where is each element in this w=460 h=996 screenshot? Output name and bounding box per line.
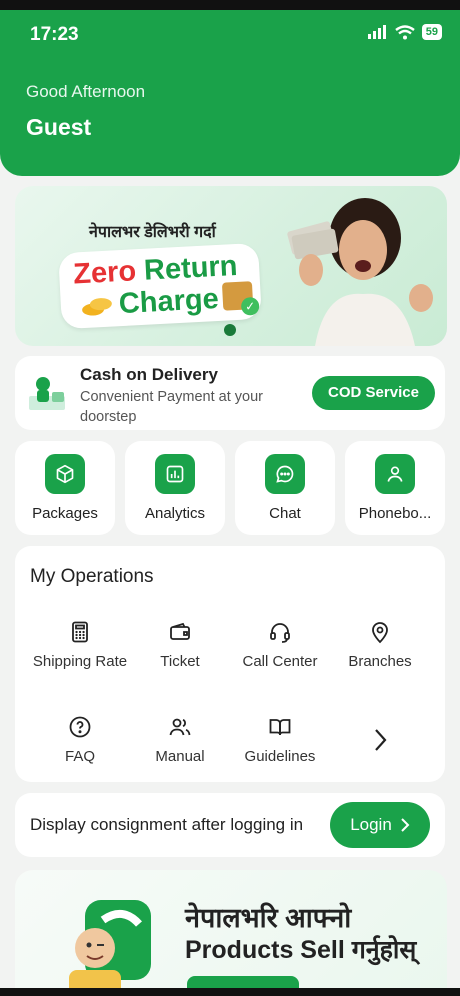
coins-icon bbox=[82, 298, 112, 316]
op-manual[interactable]: Manual bbox=[130, 715, 230, 767]
op-label: Manual bbox=[155, 748, 205, 765]
greeting-text: Good Afternoon bbox=[26, 82, 146, 101]
banner-return: Return bbox=[143, 249, 239, 287]
op-label: FAQ bbox=[64, 748, 95, 765]
location-pin-icon bbox=[372, 622, 388, 644]
cod-subtitle: Convenient Payment at your doorstep bbox=[80, 389, 263, 425]
op-call-center[interactable]: Call Center bbox=[230, 620, 330, 672]
chevron-right-icon bbox=[401, 818, 410, 832]
battery-indicator: 59 bbox=[421, 24, 442, 40]
op-guidelines[interactable]: Guidelines bbox=[230, 715, 330, 767]
quick-action-phonebook[interactable]: Phonebo... bbox=[345, 441, 445, 535]
op-label: Call Center bbox=[242, 653, 318, 670]
op-label: Shipping Rate bbox=[32, 653, 128, 670]
banner-zero: Zero bbox=[72, 255, 137, 291]
my-operations-card: My Operations Shipping Rate Ticket Call … bbox=[15, 546, 445, 782]
login-button[interactable]: Login bbox=[330, 802, 430, 848]
op-label: Guidelines bbox=[244, 748, 316, 765]
cod-title: Cash on Delivery bbox=[80, 365, 218, 384]
banner-charge: Charge bbox=[118, 282, 220, 321]
bar-chart-icon bbox=[155, 454, 195, 494]
cod-card[interactable]: Cash on Delivery Convenient Payment at y… bbox=[15, 356, 445, 430]
cod-service-button[interactable]: COD Service bbox=[312, 376, 435, 410]
quick-action-label: Packages bbox=[32, 505, 98, 522]
quick-action-label: Phonebo... bbox=[358, 505, 432, 522]
chevron-right-icon[interactable] bbox=[370, 726, 390, 754]
wifi-icon bbox=[395, 24, 415, 39]
quick-action-chat[interactable]: Chat bbox=[235, 441, 335, 535]
login-prompt-card: Display consignment after logging in Log… bbox=[15, 793, 445, 857]
op-branches[interactable]: Branches bbox=[330, 620, 430, 672]
quick-action-label: Chat bbox=[269, 505, 301, 522]
ticket-icon bbox=[170, 622, 190, 640]
cash-delivery-icon bbox=[29, 377, 65, 410]
question-icon bbox=[69, 716, 91, 738]
promo-line2: Products Sell गर्नुहोस् bbox=[185, 936, 417, 964]
chat-icon bbox=[265, 454, 305, 494]
woman-with-cash-illustration bbox=[287, 198, 433, 346]
status-bar: 17:23 59 bbox=[0, 14, 460, 54]
users-icon bbox=[169, 718, 191, 736]
op-faq[interactable]: FAQ bbox=[30, 715, 130, 767]
op-ticket[interactable]: Ticket bbox=[130, 620, 230, 672]
op-label: Ticket bbox=[160, 653, 200, 670]
quick-action-analytics[interactable]: Analytics bbox=[125, 441, 225, 535]
book-icon bbox=[269, 719, 291, 736]
bottom-edge bbox=[0, 988, 460, 996]
header: 17:23 59 Good Afternoon Guest bbox=[0, 0, 460, 176]
banner-devanagari: नेपालभर डेलिभरी गर्दा bbox=[89, 224, 216, 241]
quick-action-packages[interactable]: Packages bbox=[15, 441, 115, 535]
promo-banner[interactable]: नेपालभर डेलिभरी गर्दा Zero Return Charge… bbox=[15, 186, 447, 346]
login-button-label: Login bbox=[350, 815, 392, 834]
calculator-icon bbox=[72, 621, 88, 643]
carousel-dot[interactable] bbox=[224, 324, 236, 336]
status-time: 17:23 bbox=[30, 24, 79, 45]
op-label: Branches bbox=[348, 653, 412, 670]
promo-line1: नेपालभरि आफ्नो bbox=[185, 903, 352, 933]
status-icons: 59 bbox=[367, 24, 442, 40]
box-icon bbox=[45, 454, 85, 494]
mascot-illustration bbox=[69, 900, 151, 996]
operations-title: My Operations bbox=[30, 566, 154, 587]
check-icon: ✓ bbox=[240, 296, 260, 316]
login-prompt-text: Display consignment after logging in bbox=[30, 815, 304, 834]
quick-action-label: Analytics bbox=[144, 505, 206, 522]
op-shipping-rate[interactable]: Shipping Rate bbox=[30, 620, 130, 672]
signal-icon bbox=[367, 25, 386, 39]
top-edge bbox=[0, 0, 460, 10]
banner-headline: Zero Return Charge ✓ bbox=[58, 242, 262, 330]
sell-promo-banner[interactable]: नेपालभरि आफ्नो Products Sell गर्नुहोस् bbox=[15, 870, 447, 996]
user-name: Guest bbox=[26, 114, 92, 140]
headset-icon bbox=[270, 623, 290, 643]
person-icon bbox=[375, 454, 415, 494]
